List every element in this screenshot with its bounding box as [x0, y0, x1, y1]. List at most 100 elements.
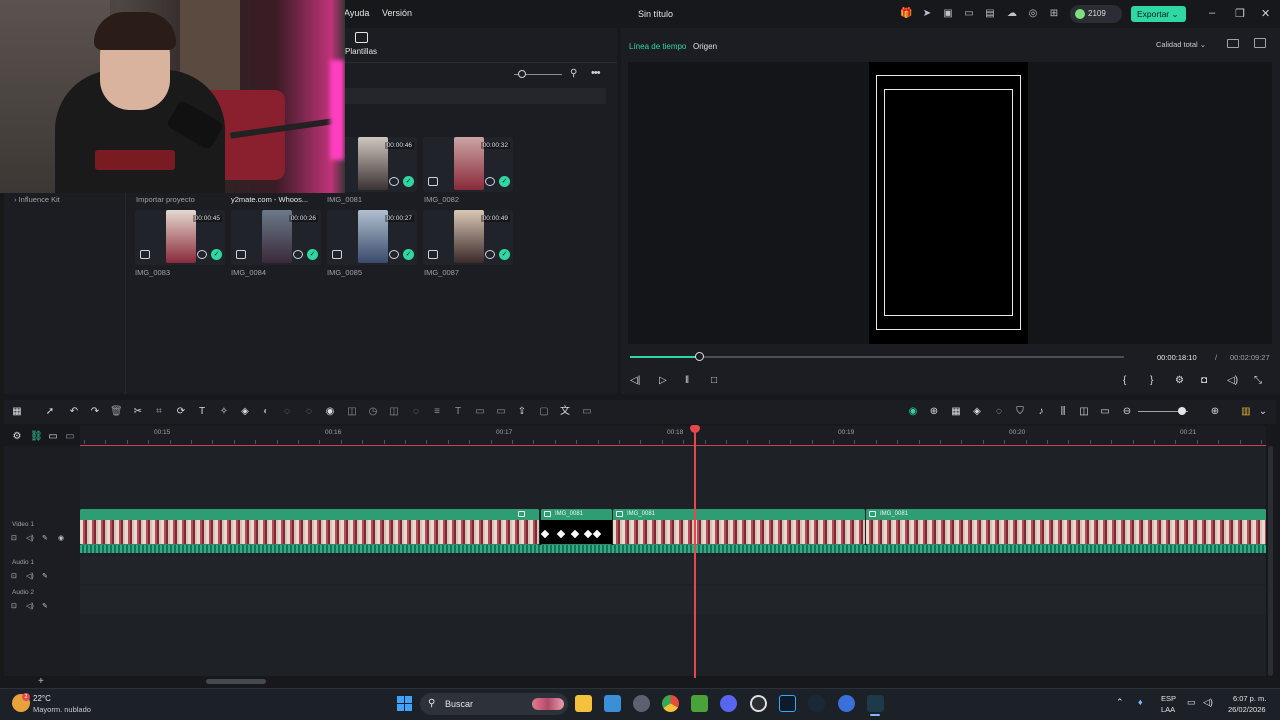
link-icon[interactable]: ⛓	[30, 431, 43, 443]
tab-source[interactable]: Origen	[693, 42, 717, 51]
clock-time[interactable]: 6:07 p. m.	[1233, 694, 1266, 703]
clock-date[interactable]: 26/02/2026	[1228, 705, 1266, 714]
tool-icon[interactable]: ◌	[410, 406, 422, 418]
minecraft-icon[interactable]	[691, 695, 708, 712]
add-track-icon[interactable]: +	[38, 676, 44, 687]
translate-icon[interactable]: 文	[559, 406, 571, 418]
tool-icon[interactable]: ◌	[993, 406, 1005, 418]
pause-icon[interactable]: ‖	[685, 375, 689, 386]
horizontal-scrollbar[interactable]	[206, 679, 266, 684]
chrome-icon[interactable]	[662, 695, 679, 712]
microphone-icon[interactable]: ♦	[1138, 697, 1143, 707]
settings-app-icon[interactable]	[633, 695, 650, 712]
view-options-icon[interactable]: ▥	[1240, 406, 1252, 418]
track-layout-icon[interactable]: ▭	[47, 431, 59, 443]
tool-icon[interactable]: ◫	[346, 406, 358, 418]
edit-icon[interactable]: ✎	[42, 602, 48, 610]
tool-icon[interactable]: ◌	[281, 406, 293, 418]
app-icon[interactable]	[838, 695, 855, 712]
mask-icon[interactable]: ◐	[260, 406, 272, 418]
snapshot-icon[interactable]: ◘	[1201, 375, 1207, 386]
audio-adjust-icon[interactable]: ≡	[431, 406, 443, 418]
visibility-eye-icon[interactable]: ◉	[58, 534, 64, 542]
tab-timeline[interactable]: Línea de tiempo	[629, 42, 686, 51]
play-icon[interactable]: ▷	[659, 375, 667, 386]
tool-icon[interactable]: ◌	[303, 406, 315, 418]
folder-item-label[interactable]: y2mate.com - Whoos...	[231, 195, 308, 204]
tool-icon[interactable]: ▢	[538, 406, 550, 418]
effects-icon[interactable]: ◈	[239, 406, 251, 418]
lock-icon[interactable]: ⊡	[11, 534, 17, 542]
filter-icon[interactable]: ⚲	[570, 68, 577, 79]
lock-icon[interactable]: ⊡	[11, 572, 17, 580]
preview-icon[interactable]	[197, 250, 207, 259]
sidebar-item-influence-kit[interactable]: › Influence Kit	[14, 195, 60, 204]
file-explorer-icon[interactable]	[575, 695, 592, 712]
fullscreen-icon[interactable]: ⤡	[1254, 375, 1262, 386]
snapshot-view-icon[interactable]	[1254, 38, 1266, 48]
preview-icon[interactable]	[485, 250, 495, 259]
feedback-icon[interactable]: ▣	[942, 8, 954, 20]
add-to-timeline-icon[interactable]	[236, 250, 246, 259]
obs-icon[interactable]	[750, 695, 767, 712]
text-icon[interactable]: T	[196, 406, 208, 418]
media-clip-card[interactable]: 00:00:45 ✓	[135, 210, 225, 265]
export-button[interactable]: Exportar ⌄	[1131, 6, 1186, 22]
audio2-lane[interactable]	[80, 586, 1266, 614]
zoom-in-icon[interactable]: ⊕	[1209, 406, 1221, 418]
mute-icon[interactable]: ◁)	[26, 602, 34, 610]
more-options-icon[interactable]: •••	[591, 67, 601, 79]
close-button[interactable]: ✕	[1261, 7, 1270, 20]
stop-icon[interactable]: □	[711, 375, 717, 386]
chevron-down-icon[interactable]: ⌄	[1257, 406, 1269, 418]
gift-icon[interactable]: 🎁	[900, 8, 912, 20]
mark-in-icon[interactable]: {	[1123, 375, 1126, 386]
timeline-video-clip[interactable]	[80, 509, 539, 545]
export-frame-icon[interactable]: ⇪	[516, 406, 528, 418]
vertical-scrollbar[interactable]	[1268, 446, 1273, 676]
add-to-timeline-icon[interactable]	[428, 177, 438, 186]
tool-icon[interactable]: ▭	[1099, 406, 1111, 418]
weather-description[interactable]: Mayorm. nublado	[33, 705, 91, 714]
mute-icon[interactable]: ◁)	[26, 534, 34, 542]
scrubber-handle[interactable]	[695, 352, 704, 361]
track-settings-icon[interactable]: ⚙	[11, 431, 23, 443]
tool-icon[interactable]: ◫	[388, 406, 400, 418]
quality-dropdown[interactable]: Calidad total ⌄	[1156, 40, 1206, 49]
chevron-up-icon[interactable]: ⌃	[1116, 697, 1124, 708]
microphone-icon[interactable]: ♪	[1035, 406, 1047, 418]
ai-tool-icon[interactable]: ✧	[218, 406, 230, 418]
ai-assistant-icon[interactable]: ◉	[907, 406, 919, 418]
tool-icon[interactable]: ▭	[495, 406, 507, 418]
steam-icon[interactable]	[808, 695, 825, 712]
tab-templates[interactable]: Plantillas	[345, 47, 377, 56]
media-clip-card[interactable]: 00:00:27 ✓	[327, 210, 417, 265]
timer-icon[interactable]: ◷	[367, 406, 379, 418]
menu-help[interactable]: Ayuda	[344, 8, 369, 18]
edit-icon[interactable]: ✎	[42, 572, 48, 580]
playhead[interactable]	[694, 426, 696, 678]
volume-icon[interactable]: ◁)	[1227, 375, 1238, 386]
undo-icon[interactable]: ↶	[68, 406, 80, 418]
cloud-icon[interactable]: ☁	[1006, 8, 1018, 20]
windows-start-icon[interactable]	[397, 696, 412, 711]
video-editor-app-icon[interactable]	[867, 695, 884, 712]
layout-grid-icon[interactable]: ▦	[11, 406, 23, 418]
preview-icon[interactable]	[389, 250, 399, 259]
preview-icon[interactable]	[485, 177, 495, 186]
temperature[interactable]: 22°C	[33, 694, 51, 703]
previous-frame-icon[interactable]: ◁|	[630, 375, 640, 386]
media-clip-card[interactable]: 00:00:32 ✓	[423, 137, 513, 192]
redo-icon[interactable]: ↷	[89, 406, 101, 418]
preview-icon[interactable]	[389, 177, 399, 186]
preview-icon[interactable]	[293, 250, 303, 259]
apps-icon[interactable]: ⊞	[1048, 8, 1060, 20]
media-clip-card[interactable]: 00:00:26 ✓	[231, 210, 321, 265]
network-icon[interactable]: ▭	[1187, 697, 1196, 708]
menu-version[interactable]: Versión	[382, 8, 412, 18]
minimize-button[interactable]: –	[1209, 7, 1215, 19]
layout-icon[interactable]: ▭	[963, 8, 975, 20]
zoom-out-icon[interactable]: ⊖	[1121, 406, 1133, 418]
media-clip-card[interactable]: 00:00:49 ✓	[423, 210, 513, 265]
tool-icon[interactable]: ◈	[971, 406, 983, 418]
